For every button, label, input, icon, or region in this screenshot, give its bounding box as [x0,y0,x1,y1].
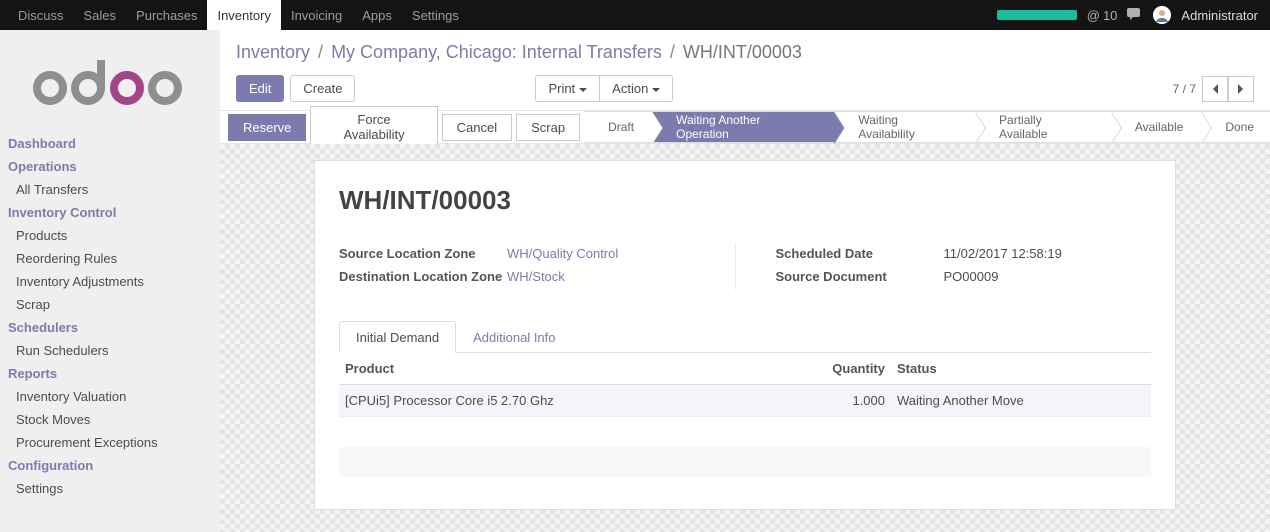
sidebar-link[interactable]: Run Schedulers [0,339,220,362]
record-title: WH/INT/00003 [339,185,1151,216]
source-doc-value: PO00009 [944,267,999,288]
scheduled-date-value: 11/02/2017 12:58:19 [944,244,1062,265]
cell-quantity: 1.000 [751,384,891,416]
progress-indicator[interactable] [997,10,1077,20]
source-location-label: Source Location Zone [339,244,507,265]
breadcrumb: Inventory / My Company, Chicago: Interna… [220,30,1270,71]
col-quantity[interactable]: Quantity [751,353,891,385]
breadcrumb-current: WH/INT/00003 [683,42,802,63]
topnav-item-purchases[interactable]: Purchases [126,0,207,30]
top-navbar: DiscussSalesPurchasesInventoryInvoicingA… [0,0,1270,30]
table-row[interactable]: [CPUi5] Processor Core i5 2.70 Ghz1.000W… [339,384,1151,416]
username[interactable]: Administrator [1181,8,1258,23]
dest-location-label: Destination Location Zone [339,267,507,288]
sidebar: DashboardOperationsAll TransfersInventor… [0,30,220,532]
stage[interactable]: Partially Available [975,111,1111,143]
statusbar: ReserveForce AvailabilityCancelScrap Dra… [220,110,1270,144]
stage[interactable]: Draft [584,111,652,143]
col-product[interactable]: Product [339,353,751,385]
sidebar-link[interactable]: Reordering Rules [0,247,220,270]
statusbar-button[interactable]: Reserve [228,114,306,141]
stage[interactable]: Waiting Another Operation [652,111,834,143]
topnav-item-apps[interactable]: Apps [352,0,402,30]
statusbar-button[interactable]: Force Availability [310,106,437,148]
print-dropdown[interactable]: Print [535,75,600,102]
stage[interactable]: Available [1111,111,1201,143]
logo[interactable] [0,38,220,132]
sidebar-heading[interactable]: Reports [0,362,220,385]
sidebar-link[interactable]: All Transfers [0,178,220,201]
topnav-item-inventory[interactable]: Inventory [207,0,280,30]
topnav-item-discuss[interactable]: Discuss [8,0,74,30]
sidebar-heading[interactable]: Inventory Control [0,201,220,224]
action-dropdown[interactable]: Action [600,75,673,102]
scheduled-date-label: Scheduled Date [776,244,944,265]
sidebar-heading[interactable]: Schedulers [0,316,220,339]
topnav-item-settings[interactable]: Settings [402,0,469,30]
avatar[interactable] [1153,6,1171,24]
lines-table: Product Quantity Status [CPUi5] Processo… [339,353,1151,417]
source-location-value[interactable]: WH/Quality Control [507,244,618,265]
chat-icon[interactable] [1127,7,1143,24]
sidebar-link[interactable]: Stock Moves [0,408,220,431]
breadcrumb-root[interactable]: Inventory [236,42,310,63]
create-button[interactable]: Create [290,75,355,102]
sidebar-link[interactable]: Inventory Valuation [0,385,220,408]
cell-status: Waiting Another Move [891,384,1151,416]
sheet-footer [339,447,1151,477]
sidebar-link[interactable]: Settings [0,477,220,500]
col-status[interactable]: Status [891,353,1151,385]
cell-product: [CPUi5] Processor Core i5 2.70 Ghz [339,384,751,416]
messaging-badge[interactable]: @ 10 [1087,8,1118,23]
sidebar-link[interactable]: Products [0,224,220,247]
statusbar-button[interactable]: Cancel [442,114,512,141]
form-sheet: WH/INT/00003 Source Location Zone WH/Qua… [314,160,1176,510]
sidebar-heading[interactable]: Operations [0,155,220,178]
sidebar-heading[interactable]: Configuration [0,454,220,477]
caret-down-icon [579,88,587,92]
source-doc-label: Source Document [776,267,944,288]
caret-down-icon [652,88,660,92]
topnav-item-invoicing[interactable]: Invoicing [281,0,352,30]
dest-location-value[interactable]: WH/Stock [507,267,565,288]
sidebar-link[interactable]: Inventory Adjustments [0,270,220,293]
sidebar-link[interactable]: Scrap [0,293,220,316]
breadcrumb-mid[interactable]: My Company, Chicago: Internal Transfers [331,42,662,63]
msg-count: 10 [1103,8,1117,23]
sidebar-heading[interactable]: Dashboard [0,132,220,155]
stage[interactable]: Waiting Availability [834,111,975,143]
edit-button[interactable]: Edit [236,75,284,102]
pager-prev[interactable] [1202,76,1228,102]
sidebar-link[interactable]: Procurement Exceptions [0,431,220,454]
tab[interactable]: Initial Demand [339,321,456,353]
topnav-item-sales[interactable]: Sales [74,0,127,30]
main-content: Inventory / My Company, Chicago: Interna… [220,30,1270,532]
tab[interactable]: Additional Info [456,321,572,353]
statusbar-button[interactable]: Scrap [516,114,580,141]
pager-next[interactable] [1228,76,1254,102]
pager-text[interactable]: 7 / 7 [1173,82,1196,96]
at-icon: @ [1087,8,1100,23]
